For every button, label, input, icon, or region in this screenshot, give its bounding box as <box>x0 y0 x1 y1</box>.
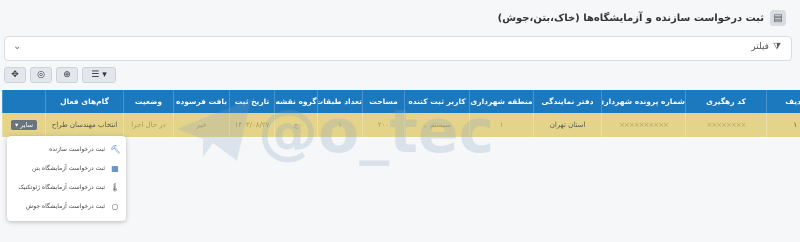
cell-floors: ۱ <box>317 113 363 137</box>
menu-item-label: ثبت درخواست آزمایشگاه بتن <box>31 165 105 172</box>
page-header: ▤ ثبت درخواست سازنده و آزمایشگاه‌ها (خاک… <box>14 6 786 30</box>
filter-header: فیلتر ⧩ <box>751 42 781 52</box>
chevron-down-icon[interactable]: ⌄ <box>13 41 21 52</box>
menu-item-geotech-lab-request[interactable]: 🌡︎ ثبت درخواست آزمایشگاه ژئوتکنیک <box>13 178 120 197</box>
move-icon[interactable]: ✥ <box>4 67 26 83</box>
cell-active-steps: انتخاب مهندسان طراح <box>45 113 124 137</box>
table-row[interactable]: ۱ ×××××××× ×××××××××× استان تهران ۱ سیست… <box>2 113 800 137</box>
view-icon[interactable]: ◎ <box>30 67 52 83</box>
other-actions-label: سایر <box>20 121 34 129</box>
column-header-worn-texture[interactable]: بافت فرسوده <box>173 90 230 113</box>
circle-icon: ○ <box>111 202 119 211</box>
cell-district: ۱ <box>469 113 534 137</box>
bricks-icon: ▦ <box>111 164 119 173</box>
column-header-index[interactable]: ردیف <box>766 90 800 113</box>
cell-area: ۲۰۰ <box>362 113 405 137</box>
menu-item-label: ثبت درخواست آزمایشگاه ژئوتکنیک <box>18 184 105 191</box>
column-header-file-number[interactable]: شماره پرونده شهرداری <box>601 90 686 113</box>
cell-office: استان تهران <box>533 113 602 137</box>
cell-file-number: ×××××××××× <box>601 113 686 137</box>
document-icon: ▤ <box>770 10 786 26</box>
column-header-tracking-code[interactable]: کد رهگیری <box>685 90 767 113</box>
menu-item-label: ثبت درخواست سازنده <box>49 146 105 153</box>
cell-date: ۱۴۰۳/۰۸/۲۷ <box>229 113 275 137</box>
other-actions-button[interactable]: سایر ▾ <box>10 120 38 130</box>
table-header-row: ردیف کد رهگیری شماره پرونده شهرداری دفتر… <box>2 90 800 113</box>
cell-status: در حال اجرا <box>123 113 174 137</box>
column-header-active-steps[interactable]: گام‌های فعال <box>45 90 124 113</box>
column-header-actions <box>2 90 46 113</box>
chevron-down-icon: ▾ <box>14 121 19 129</box>
menu-item-welding-lab-request[interactable]: ○ ثبت درخواست آزمایشگاه جوش <box>13 197 120 216</box>
hammer-icon: 🔨︎ <box>110 145 121 154</box>
columns-menu-icon[interactable]: ☰ ▾ <box>82 67 116 83</box>
cell-user: سیستم .. <box>404 113 470 137</box>
column-header-status[interactable]: وضعیت <box>123 90 174 113</box>
column-header-district[interactable]: منطقه شهرداری <box>469 90 534 113</box>
requests-table: ردیف کد رهگیری شماره پرونده شهرداری دفتر… <box>2 90 800 137</box>
cell-index: ۱ <box>766 113 800 137</box>
column-header-map-group[interactable]: گروه نقشه <box>274 90 318 113</box>
page-title: ثبت درخواست سازنده و آزمایشگاه‌ها (خاک،ب… <box>497 12 764 24</box>
column-header-user[interactable]: کاربر ثبت کننده <box>404 90 470 113</box>
filter-icon: ⧩ <box>772 42 781 52</box>
cell-actions: سایر ▾ <box>2 113 46 137</box>
other-actions-menu: 🔨︎ ثبت درخواست سازنده ▦ ثبت درخواست آزما… <box>7 136 126 221</box>
cell-map-group: ج <box>274 113 318 137</box>
menu-item-concrete-lab-request[interactable]: ▦ ثبت درخواست آزمایشگاه بتن <box>13 159 120 178</box>
column-header-office[interactable]: دفتر نمایندگی <box>533 90 602 113</box>
column-header-date[interactable]: تاریخ ثبت <box>229 90 275 113</box>
cell-worn-texture: خیر <box>173 113 230 137</box>
column-header-floors[interactable]: تعداد طبقات <box>317 90 363 113</box>
filter-label: فیلتر <box>751 42 769 52</box>
filter-panel[interactable]: فیلتر ⧩ ⌄ <box>4 36 792 61</box>
thermometer-icon: 🌡︎ <box>110 183 121 192</box>
menu-item-label: ثبت درخواست آزمایشگاه جوش <box>25 203 105 210</box>
zoom-icon[interactable]: ⊕ <box>56 67 78 83</box>
grid-toolbar: ✥ ◎ ⊕ ☰ ▾ <box>4 67 116 83</box>
column-header-area[interactable]: مساحت <box>362 90 405 113</box>
cell-tracking-code: ×××××××× <box>685 113 767 137</box>
menu-item-builder-request[interactable]: 🔨︎ ثبت درخواست سازنده <box>13 140 120 159</box>
